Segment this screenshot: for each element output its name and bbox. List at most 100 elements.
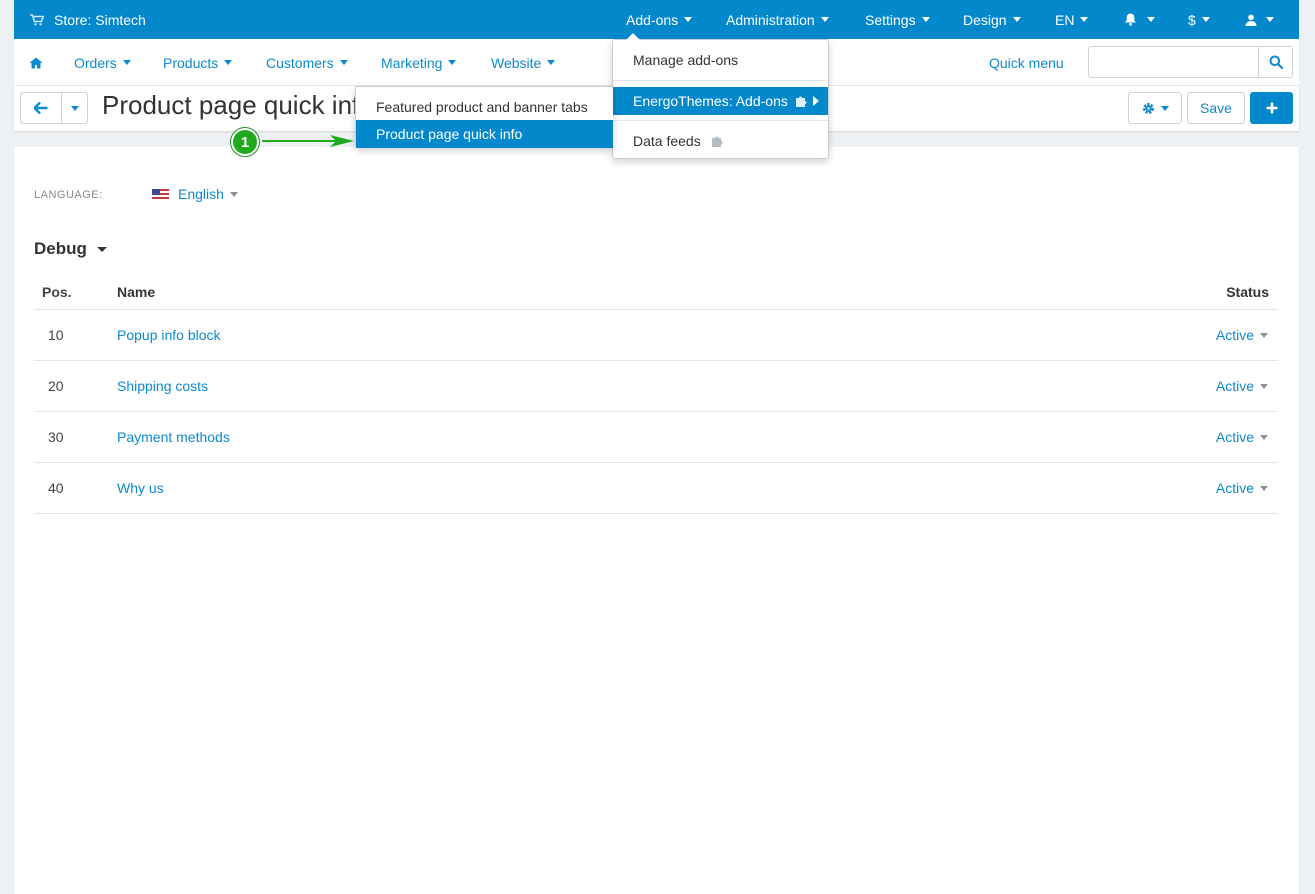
- chevron-down-icon: [547, 60, 556, 65]
- menu-item-label: Manage add-ons: [633, 52, 739, 68]
- nav-marketing[interactable]: Marketing: [381, 39, 457, 86]
- nav-orders[interactable]: Orders: [74, 39, 131, 86]
- table-header-row: Pos. Name Status: [34, 275, 1278, 310]
- nav-products-label: Products: [163, 54, 219, 71]
- chevron-down-icon: [224, 60, 233, 65]
- chevron-down-icon: [1147, 17, 1155, 22]
- row-name-link[interactable]: Popup info block: [117, 327, 221, 343]
- menu-item-data-feeds[interactable]: Data feeds: [613, 127, 828, 155]
- notifications-button[interactable]: [1124, 0, 1155, 39]
- top-nav-settings[interactable]: Settings: [865, 0, 930, 39]
- top-nav-design[interactable]: Design: [963, 0, 1021, 39]
- language-selector[interactable]: English: [152, 186, 238, 202]
- row-pos: 40: [34, 462, 117, 514]
- addons-dropdown-menu: Manage add-ons EnergoThemes: Add-ons Dat…: [612, 33, 829, 159]
- col-header-name: Name: [117, 275, 866, 310]
- chevron-right-icon: [813, 96, 819, 106]
- menu-item-product-page-quick-info[interactable]: Product page quick info: [356, 120, 613, 148]
- search-button[interactable]: [1258, 47, 1292, 77]
- puzzle-icon: [796, 96, 807, 107]
- top-nav-addons-label: Add-ons: [626, 11, 679, 28]
- menu-item-label: Data feeds: [633, 133, 701, 149]
- chevron-down-icon: [1012, 17, 1021, 22]
- back-button[interactable]: [20, 92, 62, 124]
- quick-menu-link[interactable]: Quick menu: [989, 39, 1064, 86]
- status-label: Active: [1215, 428, 1254, 445]
- chevron-down-icon: [70, 105, 79, 111]
- home-button[interactable]: [29, 39, 43, 86]
- chevron-down-icon: [1260, 333, 1268, 339]
- chevron-down-icon: [1260, 486, 1268, 492]
- chevron-down-icon: [1080, 17, 1089, 22]
- chevron-down-icon: [1160, 105, 1169, 111]
- user-icon: [1245, 14, 1257, 26]
- nav-customers[interactable]: Customers: [266, 39, 348, 86]
- save-button[interactable]: Save: [1187, 92, 1245, 124]
- plus-icon: [1266, 102, 1277, 114]
- chevron-down-icon: [1260, 384, 1268, 390]
- store-switcher[interactable]: Store: Simtech: [30, 0, 146, 39]
- page-title: Product page quick info: [102, 90, 374, 120]
- search-icon: [1269, 55, 1283, 69]
- menu-divider: [613, 80, 828, 81]
- row-pos: 10: [34, 309, 117, 361]
- chevron-down-icon: [96, 246, 107, 252]
- top-nav-administration[interactable]: Administration: [726, 0, 829, 39]
- chevron-down-icon: [1266, 17, 1274, 22]
- energothemes-submenu: Featured product and banner tabs Product…: [355, 86, 613, 148]
- cart-icon: [30, 13, 44, 25]
- status-label: Active: [1215, 377, 1254, 394]
- menu-item-energothemes-addons[interactable]: EnergoThemes: Add-ons: [613, 87, 828, 115]
- nav-website[interactable]: Website: [491, 39, 556, 86]
- top-nav-language-label: EN: [1055, 11, 1075, 28]
- top-nav-administration-label: Administration: [726, 11, 815, 28]
- status-label: Active: [1215, 479, 1254, 496]
- menu-item-label: EnergoThemes: Add-ons: [633, 93, 788, 109]
- menu-item-featured-product-tabs[interactable]: Featured product and banner tabs: [356, 93, 613, 121]
- status-dropdown[interactable]: Active: [1216, 378, 1268, 394]
- col-header-pos: Pos.: [34, 275, 117, 310]
- add-button[interactable]: [1250, 92, 1293, 124]
- status-label: Active: [1215, 326, 1254, 343]
- save-button-label: Save: [1200, 100, 1232, 116]
- menu-item-label: Product page quick info: [376, 126, 523, 142]
- menu-item-manage-addons[interactable]: Manage add-ons: [613, 46, 828, 74]
- chevron-down-icon: [339, 60, 348, 65]
- settings-dropdown-button[interactable]: [1128, 92, 1182, 124]
- search-input[interactable]: [1089, 47, 1259, 77]
- user-menu-button[interactable]: [1245, 0, 1274, 39]
- main-content: LANGUAGE: English Debug Pos. Name Status…: [14, 147, 1299, 894]
- arrow-left-icon: [34, 102, 48, 114]
- annotation-badge: 1: [231, 128, 259, 156]
- nav-products[interactable]: Products: [163, 39, 233, 86]
- puzzle-icon: [711, 136, 723, 147]
- menu-item-label: Featured product and banner tabs: [376, 99, 588, 115]
- status-dropdown[interactable]: Active: [1216, 429, 1268, 445]
- chevron-down-icon: [122, 60, 131, 65]
- quick-menu-label: Quick menu: [989, 54, 1064, 71]
- status-dropdown[interactable]: Active: [1216, 480, 1268, 496]
- status-dropdown[interactable]: Active: [1216, 327, 1268, 343]
- top-nav-language[interactable]: EN: [1055, 0, 1089, 39]
- store-label: Store: Simtech: [54, 11, 146, 28]
- nav-marketing-label: Marketing: [381, 54, 443, 71]
- row-name-link[interactable]: Shipping costs: [117, 378, 208, 394]
- row-name-link[interactable]: Why us: [117, 480, 164, 496]
- chevron-down-icon: [820, 17, 829, 22]
- menu-divider: [613, 120, 828, 121]
- top-nav-design-label: Design: [963, 11, 1007, 28]
- home-icon: [29, 57, 43, 68]
- chevron-down-icon: [1201, 17, 1210, 22]
- blocks-table: Pos. Name Status 10 Popup info block Act…: [34, 275, 1278, 514]
- row-name-link[interactable]: Payment methods: [117, 429, 230, 445]
- currency-switcher[interactable]: $: [1188, 0, 1210, 39]
- search-box: [1088, 46, 1293, 78]
- gear-icon: [1142, 102, 1154, 114]
- history-dropdown-button[interactable]: [61, 92, 88, 124]
- section-toggle-debug[interactable]: Debug: [34, 239, 107, 259]
- currency-label: $: [1188, 11, 1196, 28]
- chevron-down-icon: [448, 60, 457, 65]
- language-value: English: [178, 186, 224, 202]
- bell-icon: [1125, 13, 1136, 26]
- table-row: 30 Payment methods Active: [34, 411, 1278, 463]
